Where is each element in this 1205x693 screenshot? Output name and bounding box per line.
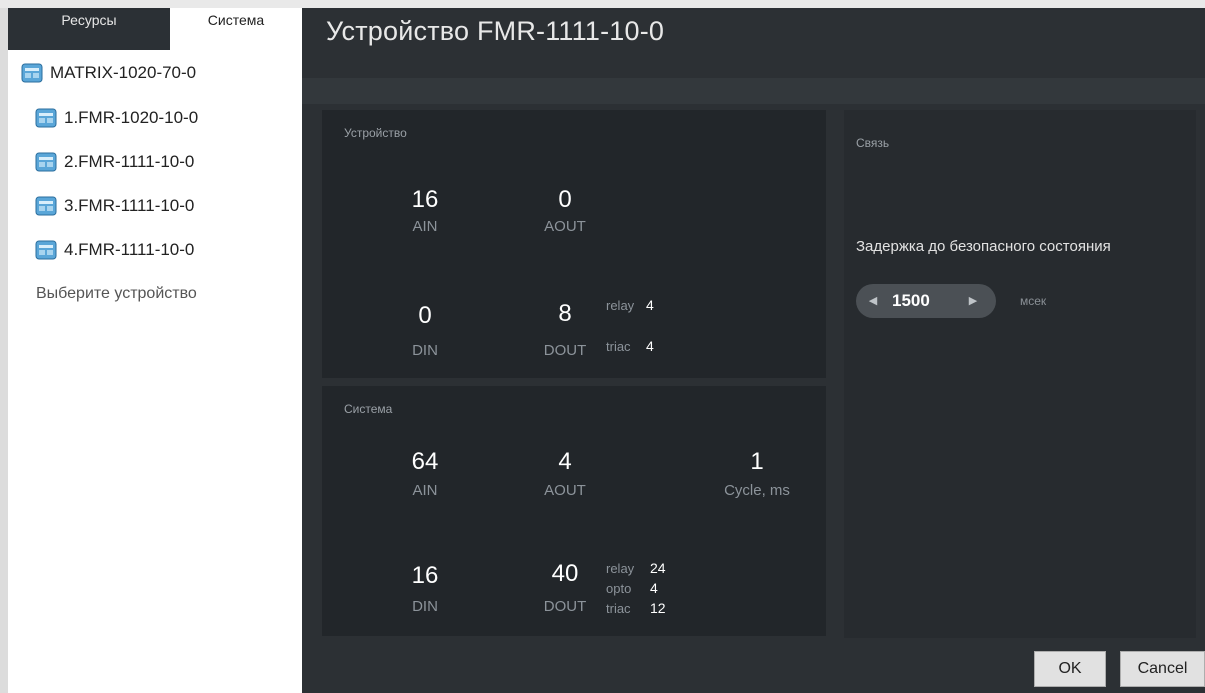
device-panel-label: Устройство [344,126,407,140]
main-area: Устройство FMR-1111-10-0 Устройство 16 A… [302,8,1205,693]
link-panel-label: Связь [856,136,890,150]
link-panel: Связь Задержка до безопасного состояния … [844,110,1196,638]
tree-item-label: 3.FMR-1111-10-0 [64,196,195,215]
system-relay-value: 24 [650,560,666,576]
safe-state-delay-value[interactable]: 1500 [892,284,930,318]
device-aout-unit: AOUT [544,218,586,235]
system-panel: Система 64 AIN 4 AOUT 1 Cycle, ms 16 DIN… [322,386,826,636]
tab-resources-label: Ресурсы [61,12,117,28]
system-opto-value: 4 [650,580,658,596]
page-title: Устройство FMR-1111-10-0 [326,16,665,46]
system-relay-label: relay [606,561,635,576]
tree-item-label: MATRIX-1020-70-0 [50,63,197,82]
safe-state-delay-unit: мсек [1020,294,1047,308]
device-dout-unit: DOUT [543,342,587,359]
cancel-button[interactable]: Cancel [1120,651,1205,687]
device-aout-value: 0 [558,186,572,213]
device-din-value: 0 [418,302,432,329]
system-din-value: 16 [411,562,439,589]
device-module-icon [35,196,57,216]
device-ain-unit: AIN [412,218,438,235]
system-dout-value: 40 [551,560,579,587]
device-dout-value: 8 [558,300,572,327]
system-cycle-value: 1 [750,448,764,475]
increment-arrow-icon[interactable]: ▶ [962,284,984,318]
device-triac-label: triac [606,339,631,354]
device-module-icon [35,240,57,260]
safe-state-delay-label: Задержка до безопасного состояния [856,238,1111,255]
tree-item-label: 1.FMR-1020-10-0 [64,108,199,127]
system-ain-unit: AIN [412,482,438,499]
device-relay-value: 4 [646,297,654,313]
device-module-icon [21,63,43,83]
device-triac-value: 4 [646,338,654,354]
safe-state-delay-stepper[interactable]: ◀ 1500 ▶ [856,284,996,318]
system-triac-label: triac [606,601,631,616]
tab-resources[interactable]: Ресурсы [8,8,170,50]
sidebar: Ресурсы Система MATRIX-1020-70-0 1.FMR-1… [8,8,302,693]
device-ain-value: 16 [411,186,439,213]
tab-system[interactable]: Система [170,8,302,50]
decrement-arrow-icon[interactable]: ◀ [862,284,884,318]
device-relay-label: relay [606,298,635,313]
tab-system-label: Система [207,12,265,28]
system-ain-value: 64 [411,448,439,475]
header-band [302,78,1205,104]
system-dout-unit: DOUT [543,598,587,615]
select-device-hint: Выберите устройство [36,285,197,302]
device-module-icon [35,108,57,128]
window-top-strip [0,0,1205,8]
device-din-unit: DIN [412,342,438,359]
system-aout-value: 4 [558,448,572,475]
device-module-icon [35,152,57,172]
system-panel-label: Система [344,402,393,416]
sidebar-tabs: Ресурсы Система [8,8,302,50]
tree-item-label: 2.FMR-1111-10-0 [64,152,195,171]
system-triac-value: 12 [650,600,666,616]
tree-item-label: 4.FMR-1111-10-0 [64,240,195,259]
system-din-unit: DIN [412,598,438,615]
system-aout-unit: AOUT [544,482,586,499]
system-opto-label: opto [606,581,632,596]
window-left-edge [0,8,8,693]
system-cycle-unit: Cycle, ms [724,482,790,499]
device-panel: Устройство 16 AIN 0 AOUT 0 DIN 8 DOUT re… [322,110,826,378]
ok-button[interactable]: OK [1034,651,1106,687]
